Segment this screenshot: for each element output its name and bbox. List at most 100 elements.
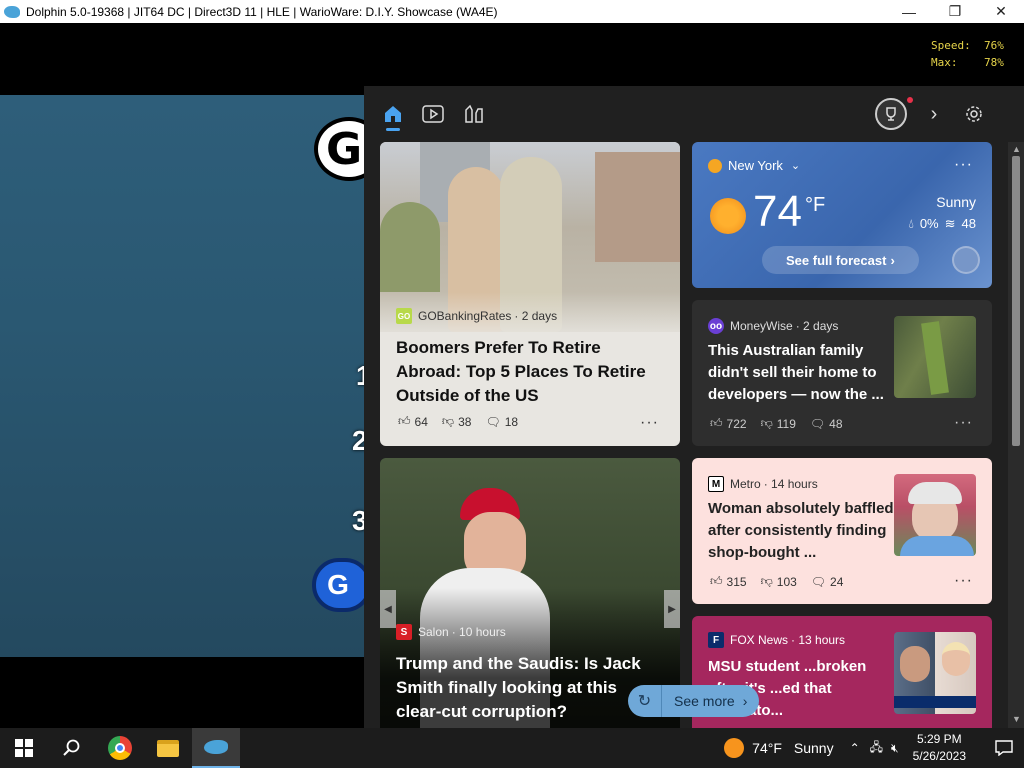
window-title: Dolphin 5.0-19368 | JIT64 DC | Direct3D …	[26, 4, 498, 19]
location-name: New York	[728, 158, 783, 173]
carousel-next-button[interactable]: ▶	[664, 590, 680, 628]
speed-overlay: Speed: 76% Max: 78%	[925, 35, 1010, 73]
taskbar: 74°F Sunny ⌃ 🖧︎ 🔇︎ 5:29 PM 5/26/2023	[0, 728, 1024, 768]
speed-text: Speed: 76%	[931, 39, 1004, 52]
home-tab[interactable]	[381, 102, 405, 126]
sun-icon	[724, 738, 745, 758]
window-titlebar: Dolphin 5.0-19368 | JIT64 DC | Direct3D …	[0, 0, 1024, 23]
see-more-button[interactable]: See more ›	[662, 685, 759, 717]
like-button[interactable]: 👍︎ 315	[710, 574, 747, 589]
source-name: MoneyWise	[730, 319, 793, 333]
forecast-link[interactable]: See full forecast ›	[762, 246, 919, 274]
news-card-moneywise[interactable]: oo MoneyWise · 2 days This Australian fa…	[692, 300, 992, 446]
chevron-right-icon[interactable]: ›	[922, 102, 946, 126]
widgets-panel: › GO GOBankingRates · 2 days Boomers Pre…	[364, 86, 1024, 728]
dolphin-icon	[204, 740, 228, 754]
carousel-prev-button[interactable]: ◀	[380, 590, 396, 628]
source-name: Metro	[730, 477, 761, 491]
volume-muted-icon[interactable]: 🔇︎	[891, 741, 899, 756]
clock-time: 5:29 PM	[916, 732, 962, 746]
card-thumbnail	[894, 316, 976, 398]
card-thumbnail	[894, 474, 976, 556]
comment-icon: 🗨︎	[810, 574, 827, 589]
thumbs-up-icon: 👍︎	[710, 574, 723, 588]
more-options-icon[interactable]: ···	[954, 572, 973, 590]
weather-more-icon[interactable]: ···	[954, 156, 973, 174]
notifications-button[interactable]	[984, 728, 1024, 768]
taskbar-weather[interactable]: 74°F Sunny	[724, 738, 834, 758]
dislike-button[interactable]: 👎︎ 119	[761, 416, 796, 431]
card-source: oo MoneyWise · 2 days	[708, 318, 838, 334]
game-viewport[interactable]: G 1 2 3 G	[0, 95, 384, 657]
start-button[interactable]	[0, 728, 48, 768]
like-button[interactable]: 👍︎ 64	[398, 414, 428, 429]
maximize-button[interactable]: ❐	[932, 0, 978, 23]
chevron-up-icon[interactable]: ⌃	[850, 741, 860, 755]
card-headline[interactable]: Boomers Prefer To Retire Abroad: Top 5 P…	[396, 336, 666, 408]
search-button[interactable]	[48, 728, 96, 768]
see-more-bar: ↻ See more ›	[628, 685, 760, 717]
card-headline[interactable]: Woman absolutely baffled after consisten…	[708, 498, 894, 564]
search-icon	[63, 739, 80, 756]
system-tray: 74°F Sunny ⌃ 🖧︎ 🔇︎ 5:29 PM 5/26/2023	[724, 728, 1024, 768]
scroll-thumb[interactable]	[1012, 156, 1020, 446]
weather-location[interactable]: New York ⌄	[708, 158, 800, 173]
salon-logo: S	[396, 624, 412, 640]
close-button[interactable]: ✕	[978, 0, 1024, 23]
chrome-icon	[108, 736, 132, 760]
fox-news-logo: F	[708, 632, 724, 648]
game-button-letter: G	[327, 569, 349, 600]
clock[interactable]: 5:29 PM 5/26/2023	[913, 731, 966, 765]
chevron-down-icon: ⌄	[790, 160, 801, 172]
temperature-unit[interactable]: °F	[805, 194, 825, 217]
like-button[interactable]: 👍︎ 722	[710, 416, 747, 431]
thumbs-down-icon: 👎︎	[760, 416, 773, 430]
more-options-icon[interactable]: ···	[640, 414, 659, 432]
source-age: · 10 hours	[451, 625, 506, 639]
games-tab[interactable]	[462, 102, 486, 126]
precip-value: 0%	[919, 216, 939, 231]
sun-icon	[710, 198, 746, 234]
dolphin-taskbar-button[interactable]	[192, 728, 240, 768]
refresh-button[interactable]: ↻	[628, 685, 662, 717]
taskbar-temp: 74°F	[752, 740, 782, 756]
raindrop-icon: 💧︎	[908, 216, 914, 231]
partly-sunny-icon	[708, 158, 722, 173]
comment-icon: 🗨︎	[485, 414, 501, 429]
card-headline[interactable]: Trump and the Saudis: Is Jack Smith fina…	[396, 652, 666, 724]
folder-icon	[157, 739, 179, 757]
news-card-retire[interactable]: GO GOBankingRates · 2 days Boomers Prefe…	[380, 142, 680, 446]
card-thumbnail	[894, 632, 976, 714]
comments-button[interactable]: 🗨︎ 24	[811, 575, 844, 589]
file-explorer-taskbar-button[interactable]	[144, 728, 192, 768]
game-button: G	[312, 558, 372, 612]
panel-scrollbar[interactable]: ▲ ▼	[1008, 142, 1024, 728]
rewards-button[interactable]	[875, 98, 907, 130]
comments-button[interactable]: 🗨︎ 48	[810, 417, 843, 431]
video-tab[interactable]	[421, 102, 445, 126]
comments-button[interactable]: 🗨︎ 18	[485, 415, 518, 429]
dolphin-icon	[4, 5, 20, 18]
scroll-down-arrow[interactable]: ▼	[1012, 714, 1021, 724]
source-age: · 2 days	[514, 309, 558, 323]
weather-avatar	[952, 246, 980, 274]
thumbs-down-icon: 👎︎	[760, 574, 773, 588]
weather-card[interactable]: New York ⌄ ··· 74 °F Sunny 💧︎ 0% ≋ 48 See …	[692, 142, 992, 288]
scroll-up-arrow[interactable]: ▲	[1012, 144, 1021, 154]
dislike-button[interactable]: 👎︎ 38	[442, 414, 472, 429]
temperature: 74	[753, 187, 802, 236]
dislike-button[interactable]: 👎︎ 103	[761, 574, 797, 589]
news-card-metro[interactable]: M Metro · 14 hours Woman absolutely baff…	[692, 458, 992, 604]
card-reactions: 👍︎ 64 👎︎ 38 🗨︎ 18	[398, 414, 518, 429]
settings-icon[interactable]	[962, 102, 986, 126]
max-speed-text: Max: 78%	[931, 56, 1004, 69]
card-source: S Salon · 10 hours	[396, 624, 506, 640]
source-name: FOX News	[730, 633, 789, 647]
network-icon[interactable]: 🖧︎	[870, 738, 883, 759]
comment-icon: 🗨︎	[809, 416, 826, 431]
more-options-icon[interactable]: ···	[954, 414, 973, 432]
gobankingrates-logo: GO	[396, 308, 412, 324]
card-headline[interactable]: This Australian family didn't sell their…	[708, 340, 898, 406]
minimize-button[interactable]: —	[886, 0, 932, 23]
chrome-taskbar-button[interactable]	[96, 728, 144, 768]
